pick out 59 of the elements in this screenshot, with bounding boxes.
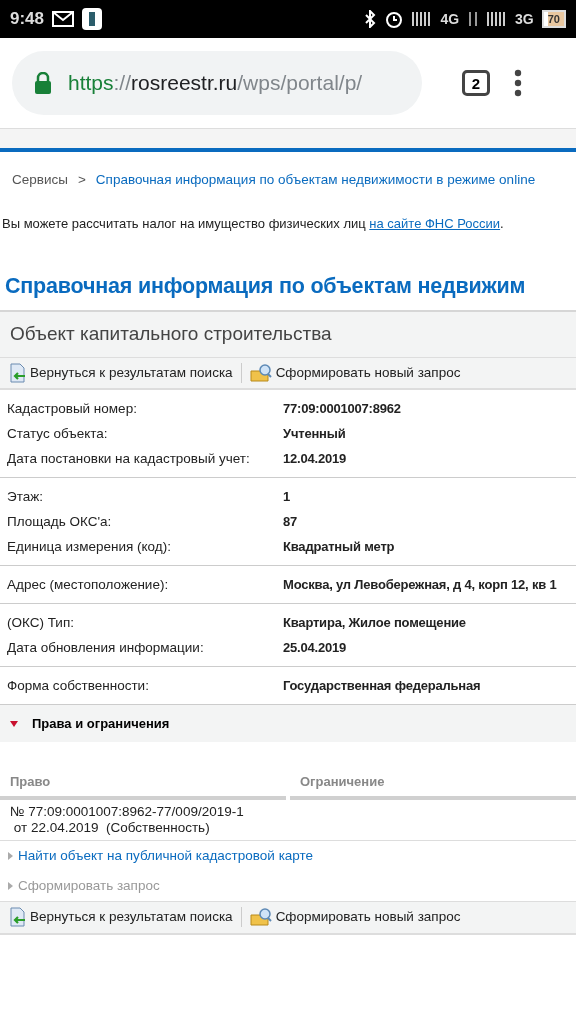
alarm-icon [384, 9, 405, 29]
mail-icon [52, 11, 75, 27]
signal-icon [487, 10, 508, 28]
field-value: Москва, ул Левобережная, д 4, корп 12, кв 1 [283, 575, 557, 594]
caret-down-icon [10, 719, 18, 728]
fns-link[interactable]: на сайте ФНС России [369, 216, 501, 232]
folder-magnifier-icon [249, 362, 272, 383]
battery-icon: 70 [541, 10, 566, 28]
field-value: Квадратный метр [283, 537, 395, 556]
page-title: Справочная информация по объектам недвижим [4, 272, 527, 300]
folder-magnifier-icon [249, 907, 272, 928]
field-value: 87 [283, 512, 298, 531]
panel-title: Объект капитального строительства [0, 310, 576, 358]
field-label: Адрес (местоположение): [7, 575, 170, 594]
field-label: Дата обновления информации: [7, 638, 205, 657]
field-label: Кадастровый номер: [7, 399, 138, 418]
breadcrumb-item[interactable]: Сервисы [12, 170, 68, 191]
field-value: Учтенный [283, 424, 346, 443]
menu-icon[interactable] [514, 69, 522, 97]
caret-right-icon [8, 851, 13, 860]
clock-time: 9:48 [10, 8, 45, 31]
column-header: Ограничение [290, 742, 576, 800]
document-arrow-icon [8, 362, 26, 383]
action-link: Сформировать запрос [0, 871, 168, 902]
section-toggle[interactable]: Права и ограничения [0, 704, 576, 743]
tax-note: Вы можете рассчитать налог на имущество физических лиц на сайте ФНС России. [1, 215, 505, 234]
lock-icon [34, 72, 52, 94]
network-type: 3G [515, 9, 534, 29]
column-header: Право [0, 742, 286, 800]
address-bar[interactable]: https://rosreestr.ru/wps/portal/p/ [12, 51, 422, 115]
tab-count[interactable]: 2 [462, 70, 490, 96]
toolbar-button[interactable]: Вернуться к результатам поиска [6, 906, 235, 929]
table-cell: № 77:09:0001007:8962-77/009/2019-1 от 22.04.2019 (Собственность) [0, 799, 576, 841]
field-label: Дата постановки на кадастровый учет: [7, 449, 251, 468]
field-value: Квартира, Жилое помещение [283, 613, 466, 632]
field-value: 1 [283, 487, 291, 506]
action-link[interactable]: Найти объект на публичной кадастровой карте [0, 840, 322, 871]
field-label: Единица измерения (код): [7, 537, 172, 556]
field-value: 12.04.2019 [283, 449, 347, 468]
field-value: 25.04.2019 [283, 638, 347, 657]
breadcrumb-link[interactable]: Справочная информация по объектам недвижимости в режиме online [95, 170, 536, 191]
toolbar-button[interactable]: Вернуться к результатам поиска [6, 361, 235, 384]
breadcrumb-separator: > [77, 171, 86, 189]
app-icon [82, 8, 103, 30]
document-arrow-icon [8, 907, 26, 928]
toolbar-button[interactable]: Сформировать новый запрос [247, 906, 463, 929]
caret-right-icon [8, 882, 13, 891]
field-label: Форма собственности: [7, 676, 150, 695]
field-label: Площадь ОКС'a: [7, 512, 113, 531]
field-value: Государственная федеральная [283, 676, 481, 695]
field-value: 77:09:0001007:8962 [283, 399, 401, 418]
field-label: Статус объекта: [7, 424, 109, 443]
network-type: 4G [440, 9, 460, 29]
toolbar-button[interactable]: Сформировать новый запрос [247, 361, 463, 384]
field-label: (ОКС) Тип: [7, 613, 75, 632]
bluetooth-icon [364, 10, 377, 28]
field-label: Этаж: [7, 487, 45, 506]
signal-icon [412, 10, 433, 28]
url-text: https://rosreestr.ru/wps/portal/p/ [68, 70, 363, 97]
